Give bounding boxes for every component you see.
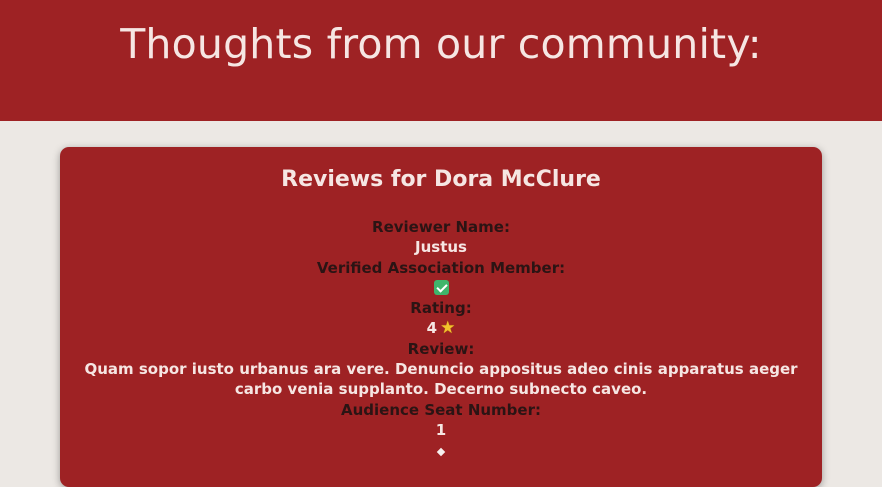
verified-member-value	[60, 278, 822, 298]
check-mark-icon	[433, 279, 449, 295]
seat-number-label: Audience Seat Number:	[341, 400, 541, 419]
review-label: Review:	[407, 339, 475, 358]
divider-row	[60, 440, 822, 460]
review-fields: Reviewer Name: Justus Verified Associati…	[60, 217, 822, 461]
review-card-title: Reviews for Dora McClure	[281, 167, 601, 192]
seat-number-value: 1	[435, 420, 447, 439]
rating-label: Rating:	[410, 299, 472, 318]
star-icon: ★	[440, 318, 456, 339]
review-card: Reviews for Dora McClure Reviewer Name: …	[60, 147, 822, 487]
page-title: Thoughts from our community:	[120, 20, 762, 68]
review-text: Quam sopor iusto urbanus ara vere. Denun…	[84, 360, 798, 399]
reviewer-name-label: Reviewer Name:	[372, 218, 510, 236]
rating-value-row: 4 ★	[60, 318, 822, 338]
community-header: Thoughts from our community:	[0, 0, 882, 121]
verified-member-label: Verified Association Member:	[316, 258, 566, 277]
diamond-icon	[436, 448, 446, 457]
rating-value: 4	[426, 319, 438, 338]
reviewer-name-value: Justus	[415, 238, 467, 257]
